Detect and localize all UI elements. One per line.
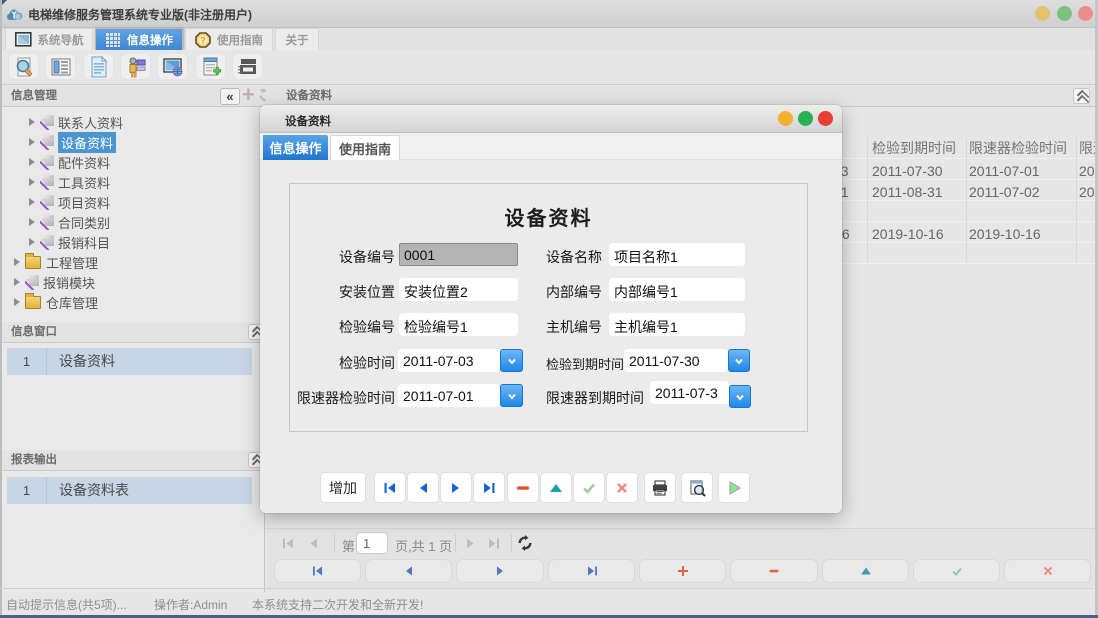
svg-text:?: ? [200,35,206,45]
